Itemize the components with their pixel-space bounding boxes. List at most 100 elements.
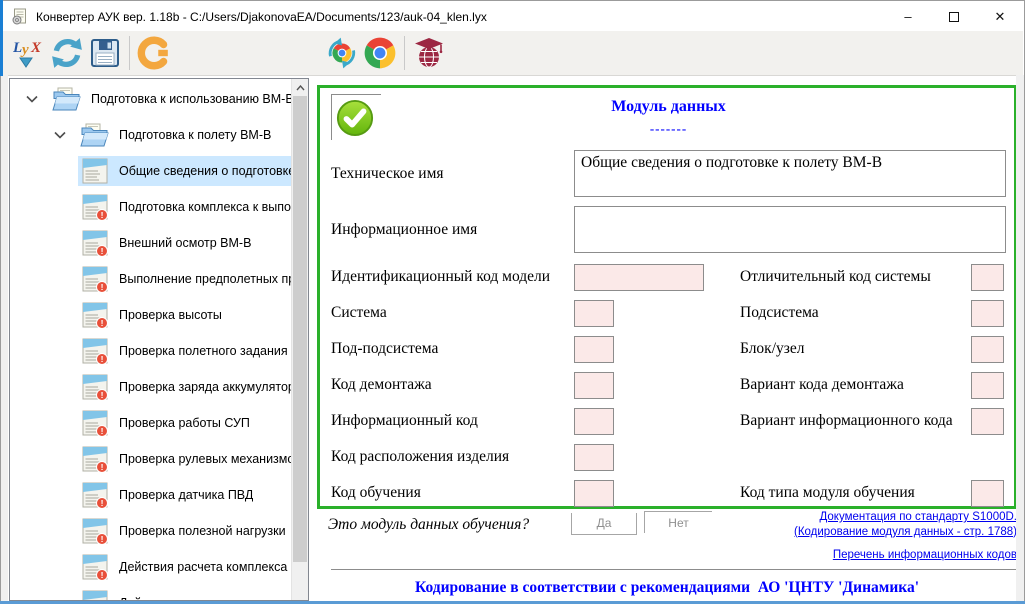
education-globe-icon[interactable] (410, 33, 448, 73)
svg-text:!: ! (101, 318, 104, 328)
s1000d-doc-link[interactable]: Документация по стандарту S1000D. (Кодир… (794, 510, 1017, 539)
yes-button[interactable]: Да (571, 513, 637, 535)
code-right-input[interactable] (971, 300, 1004, 327)
tree-item[interactable]: ! Проверка полетного задания (10, 333, 291, 369)
tree-item[interactable]: ! Внешний осмотр ВМ-В (10, 225, 291, 261)
code-right-input[interactable] (971, 480, 1004, 507)
chevron-down-icon[interactable] (54, 131, 66, 139)
left-gutter (1, 75, 8, 601)
svg-text:y: y (20, 42, 29, 58)
document-icon: ! (82, 338, 109, 365)
tree-item[interactable]: ! Подготовка комплекса к выпо... (10, 189, 291, 225)
tree-item[interactable]: ! Общие сведения о подготовке... (10, 153, 291, 189)
info-name-input[interactable] (574, 206, 1006, 253)
code-left-input[interactable] (574, 408, 614, 435)
code-left-label: Код расположения изделия (331, 448, 574, 466)
svg-text:!: ! (101, 210, 104, 220)
tree-item[interactable]: ! Проверка работы СУП (10, 405, 291, 441)
lyx-export-icon[interactable]: L y X (10, 33, 48, 73)
code-left-input[interactable] (574, 264, 704, 291)
tech-name-input[interactable]: Общие сведения о подготовке к полету ВМ-… (574, 150, 1006, 197)
close-button[interactable]: ✕ (977, 2, 1023, 31)
svg-text:!: ! (101, 570, 104, 580)
training-question-label: Это модуль данных обучения? (328, 516, 529, 534)
error-badge: ! (97, 569, 108, 580)
code-left-input[interactable] (574, 336, 614, 363)
code-left-input[interactable] (574, 300, 614, 327)
chevron-down-icon[interactable] (26, 95, 38, 103)
tree-scrollbar[interactable] (291, 79, 308, 600)
tree-indent (10, 387, 78, 388)
save-floppy-icon[interactable] (86, 33, 124, 73)
code-right-label: Отличительный код системы (740, 268, 931, 286)
chrome-icon[interactable] (361, 33, 399, 73)
document-icon: ! (82, 590, 109, 601)
coding-note: Кодирование в соответствии с рекомендаци… (317, 579, 1017, 597)
error-badge: ! (97, 389, 108, 400)
tree-item-label: Выполнение предполетных пр... (119, 272, 291, 286)
tree-item-label: Проверка полетного задания (119, 344, 288, 358)
s1000d-doc-link-line2: (Кодирование модуля данных - стр. 1788) (794, 525, 1017, 540)
tree-item[interactable]: ! Проверка рулевых механизмов (10, 441, 291, 477)
code-row: Система Подсистема (331, 295, 1006, 331)
tree-indent (10, 315, 78, 316)
svg-text:!: ! (101, 534, 104, 544)
chrome-refresh-icon[interactable] (323, 33, 361, 73)
code-right-input[interactable] (971, 264, 1004, 291)
code-right-input[interactable] (971, 408, 1004, 435)
maximize-icon (949, 12, 959, 22)
tree-item-label: Общие сведения о подготовке... (119, 164, 291, 178)
tree-item[interactable]: ! Выполнение предполетных пр... (10, 261, 291, 297)
error-badge: ! (97, 317, 108, 328)
data-module-form: Модуль данных ------- Техническое имя Об… (317, 85, 1017, 509)
tree-item[interactable]: ! Проверка высоты (10, 297, 291, 333)
tree-item[interactable]: ! Подготовка к использованию ВМ-В (10, 81, 291, 117)
code-right-input[interactable] (971, 372, 1004, 399)
scrollbar-thumb[interactable] (293, 96, 307, 562)
tree-item[interactable]: ! Проверка полезной нагрузки (10, 513, 291, 549)
code-right-group: Вариант информационного кода (740, 408, 1004, 435)
tree-item-label: Подготовка к полету ВМ-В (119, 128, 271, 142)
maximize-button[interactable] (931, 2, 977, 31)
module-tree-panel: ! Подготовка к использованию ВМ-В (9, 78, 309, 601)
error-badge: ! (97, 353, 108, 364)
error-badge: ! (97, 497, 108, 508)
s1000d-doc-link-line1: Документация по стандарту S1000D. (794, 510, 1017, 525)
tree-item-label: Проверка полезной нагрузки (119, 524, 286, 538)
tree-indent (10, 135, 50, 136)
code-right-label: Вариант информационного кода (740, 412, 953, 430)
code-left-label: Информационный код (331, 412, 574, 430)
tree-indent (10, 243, 78, 244)
no-button[interactable]: Нет (644, 511, 712, 533)
tree-item[interactable]: ! Подготовка к полету ВМ-В (10, 117, 291, 153)
code-row: Код демонтажа Вариант кода демонтажа (331, 367, 1006, 403)
tree-item-label: Действия расчета комплекса п... (119, 596, 291, 600)
tree-item-label: Подготовка комплекса к выпо... (119, 200, 291, 214)
tree-item[interactable]: ! Проверка датчика ПВД (10, 477, 291, 513)
code-right-group: Вариант кода демонтажа (740, 372, 1004, 399)
code-right-input[interactable] (971, 336, 1004, 363)
info-codes-link[interactable]: Перечень информационных кодов (794, 548, 1017, 563)
tree-indent (10, 531, 78, 532)
code-left-input[interactable] (574, 480, 614, 507)
form-footer: Это модуль данных обучения? Да Нет Докум… (317, 509, 1017, 604)
toolbar: L y X (2, 31, 1023, 76)
tree-item[interactable]: ! Проверка заряда аккумулятора (10, 369, 291, 405)
minimize-button[interactable]: – (885, 2, 931, 31)
document-icon: ! (82, 374, 109, 401)
code-left-input[interactable] (574, 372, 614, 399)
tree-item[interactable]: ! Действия расчета комплекса п... (10, 549, 291, 585)
scrollbar-up-icon[interactable] (292, 79, 308, 96)
code-right-group: Отличительный код системы (740, 264, 1004, 291)
toolbar-separator (129, 36, 130, 70)
reload-orange-icon[interactable] (135, 33, 173, 73)
tree-indent (10, 423, 78, 424)
svg-text:L: L (13, 40, 22, 56)
form-title: Модуль данных (331, 98, 1006, 116)
tree-item[interactable]: ! Действия расчета комплекса п... (10, 585, 291, 600)
document-gear-icon (11, 8, 28, 25)
refresh-sync-icon[interactable] (48, 33, 86, 73)
code-left-input[interactable] (574, 444, 614, 471)
document-icon: ! (82, 302, 109, 329)
tree-item-label: Проверка работы СУП (119, 416, 250, 430)
